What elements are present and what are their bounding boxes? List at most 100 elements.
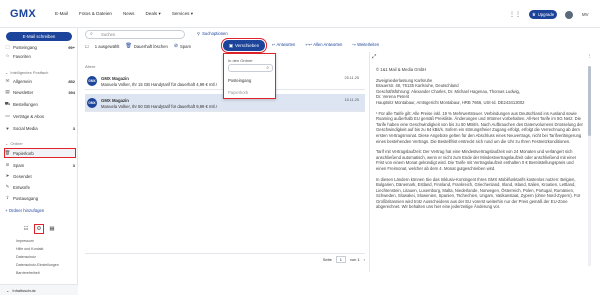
sidebar-item-social-media[interactable]: ♥ Social Media 3 xyxy=(5,124,75,132)
pane-divider[interactable] xyxy=(369,52,370,272)
mail-date: 15.11.25 xyxy=(344,98,360,102)
apps-grid-icon[interactable]: ⋮⋮ xyxy=(509,11,521,18)
sidebar-item-label: Bestellungen xyxy=(13,101,38,107)
sidebar-item-favoriten[interactable]: ☆ Favoriten xyxy=(5,52,75,60)
footer-link-datenschutz[interactable]: Datenschutz xyxy=(16,255,36,259)
mail-from: GMX Magazin xyxy=(101,98,129,103)
inbox-icon: ⬚ xyxy=(5,44,10,49)
expand-icon[interactable]: ⤢ xyxy=(372,54,376,61)
mail-subject: Manuela Volker, Ihr 50 GB Handytarif für… xyxy=(101,104,217,109)
delete-permanently-button[interactable]: 🗑 Dauerhaft löschen xyxy=(125,43,167,49)
forward-button[interactable]: ↪ Weiterleiten xyxy=(352,42,379,47)
megaphone-icon: ✉ xyxy=(5,78,10,83)
sidebar-item-label: Spam xyxy=(13,162,25,168)
list-group-label: Ältere xyxy=(85,64,96,69)
body-paragraph: Zweigniederlassung Karlsruhe Brauerstr. … xyxy=(376,77,525,105)
draft-icon: ✎ xyxy=(5,184,10,189)
footer-link-hilfe[interactable]: Hilfe und Kontakt xyxy=(16,247,43,251)
sidebar-item-label: Entwürfe xyxy=(13,184,30,190)
sidebar-item-bestellungen[interactable]: ⛟ Bestellungen xyxy=(5,100,75,108)
search-input[interactable]: ⌕ Suchen xyxy=(85,30,185,39)
sidebar-tools: ☷ ⚙ ▦ xyxy=(22,224,56,234)
social-icon: ♥ xyxy=(6,125,9,131)
sidebar-item-spam[interactable]: ⊘ Spam 3 xyxy=(5,161,75,169)
search-icon: ⌕ xyxy=(266,65,269,71)
sidebar-item-vertraege[interactable]: ▭ Verträge & Abos xyxy=(5,112,75,120)
folder-section-header[interactable]: ⌄ Ordner xyxy=(5,141,23,146)
main-nav: E-Mail Fotos & Dateien News Deals ▾ Serv… xyxy=(55,11,193,17)
sidebar-bottom-bar[interactable]: ⌄ Inhaltsschutz xyxy=(0,284,78,295)
reply-actions: ↩ Antworten ↩↩ Allen Antworten ↪ Weiterl… xyxy=(272,42,379,47)
add-folder-link[interactable]: + Ordner hinzufügen xyxy=(5,206,75,214)
sidebar-item-label: Gesendet xyxy=(13,173,32,179)
footer-link-barrierefreiheit[interactable]: Barrierefreiheit xyxy=(16,271,40,275)
mail-body: © 1&1 Mail & Media GmbH Zweigniederlassu… xyxy=(372,63,587,271)
next-page-icon[interactable]: › xyxy=(364,257,365,262)
nav-item-news[interactable]: News xyxy=(123,11,135,17)
gmx-logo[interactable]: GMX xyxy=(10,8,36,20)
reply-button[interactable]: ↩ Antworten xyxy=(272,42,295,47)
smart-section-header[interactable]: ⌄ Intelligentes Postfach xyxy=(5,70,48,75)
sidebar-item-label: Social Media xyxy=(13,125,38,131)
move-button[interactable]: ▣ Verschieben xyxy=(221,38,267,53)
mail-subject: Manuela Volker, Ihr 15 GB Handytarif für… xyxy=(101,82,217,87)
outbox-icon: ⇪ xyxy=(5,195,10,200)
star-icon: ☆ xyxy=(5,53,10,58)
top-bar: GMX E-Mail Fotos & Dateien News Deals ▾ … xyxy=(0,0,600,28)
dropdown-item-posteingang[interactable]: Posteingang xyxy=(228,78,251,83)
chevron-down-icon: ⌄ xyxy=(6,287,10,293)
sidebar-item-label: Favoriten xyxy=(13,53,31,59)
footer-link-datenschutz-einstellungen[interactable]: Datenschutz-Einstellungen xyxy=(16,263,59,267)
sidebar: E-Mail schreiben ⬚ Posteingang 99+ ☆ Fav… xyxy=(0,28,78,295)
contract-icon: ▭ xyxy=(5,113,10,118)
sidebar-item-label: Posteingang xyxy=(13,44,37,50)
unread-count: 3 xyxy=(72,162,75,168)
sidebar-item-entwuerfe[interactable]: ✎ Entwürfe xyxy=(5,183,75,191)
mail-date: 25.11.25 xyxy=(344,76,360,80)
nav-item-email[interactable]: E-Mail xyxy=(55,11,68,17)
sidebar-item-newsletter[interactable]: ▤ Newsletter 394 xyxy=(5,88,75,96)
sidebar-item-allgemein[interactable]: ✉ Allgemein 852 xyxy=(5,77,75,85)
upgrade-label: Upgrade xyxy=(537,12,555,17)
selected-count: 1 ausgewählt xyxy=(94,43,120,49)
settings-gear-icon[interactable]: ⚙ xyxy=(34,224,44,234)
newspaper-icon: ▤ xyxy=(5,89,10,94)
body-paragraph: ¹ Für alle Tarife gilt: Alle Preise inkl… xyxy=(376,110,583,144)
unread-count: 852 xyxy=(68,78,75,84)
spam-icon: ⊘ xyxy=(173,43,179,49)
search-options-link[interactable]: ⚲ Suchoptionen xyxy=(197,31,228,36)
pane-scroll-thumb[interactable] xyxy=(588,66,591,136)
sidebar-item-label: Papierkorb xyxy=(13,150,34,156)
folder-search-input[interactable]: ⌕ xyxy=(228,64,273,72)
footer-link-impressum[interactable]: Impressum xyxy=(16,239,34,243)
compose-button[interactable]: E-Mail schreiben xyxy=(6,32,72,41)
page-of: von 1 xyxy=(349,257,360,262)
mail-from: GMX Magazin xyxy=(101,76,129,81)
upgrade-button[interactable]: ♛ Upgrade xyxy=(529,10,557,19)
trash-icon: 🗑 xyxy=(4,150,11,155)
body-paragraph: In diesen Ländern können Sie das Inklusi… xyxy=(376,176,581,210)
contacts-icon[interactable]: ☷ xyxy=(22,225,30,233)
send-icon: ➤ xyxy=(5,173,10,178)
sidebar-item-gesendet[interactable]: ➤ Gesendet xyxy=(5,172,75,180)
spam-button[interactable]: ⊘ Spam xyxy=(174,43,191,49)
nav-item-fotos[interactable]: Fotos & Dateien xyxy=(79,11,112,17)
sender-avatar: GMX xyxy=(87,98,97,108)
select-all-checkbox[interactable]: ☐ xyxy=(85,44,89,49)
sidebar-item-posteingang[interactable]: ⬚ Posteingang 99+ xyxy=(5,43,75,51)
nav-item-deals[interactable]: Deals ▾ xyxy=(145,11,160,17)
sidebar-item-papierkorb[interactable]: 🗑 Papierkorb xyxy=(4,148,76,158)
dropdown-item-papierkorb[interactable]: Papierkorb xyxy=(228,90,248,95)
page-input[interactable]: 1 xyxy=(335,256,346,263)
nav-item-services[interactable]: Services ▾ xyxy=(172,11,193,17)
reply-all-button[interactable]: ↩↩ Allen Antworten xyxy=(305,42,342,47)
sidebar-item-label: Verträge & Abos xyxy=(13,113,45,119)
sidebar-item-postausgang[interactable]: ⇪ Postausgang xyxy=(5,194,75,202)
avatar-initials[interactable]: MV xyxy=(582,12,588,17)
more-options-icon[interactable]: ⋮ xyxy=(587,54,593,61)
avatar[interactable] xyxy=(565,11,573,19)
sidebar-item-label: Allgemein xyxy=(13,78,32,84)
pane-toolbar: ⤢ ⋮ xyxy=(372,54,592,61)
cart-icon: ⛟ xyxy=(4,100,11,106)
calendar-icon[interactable]: ▦ xyxy=(48,225,56,233)
